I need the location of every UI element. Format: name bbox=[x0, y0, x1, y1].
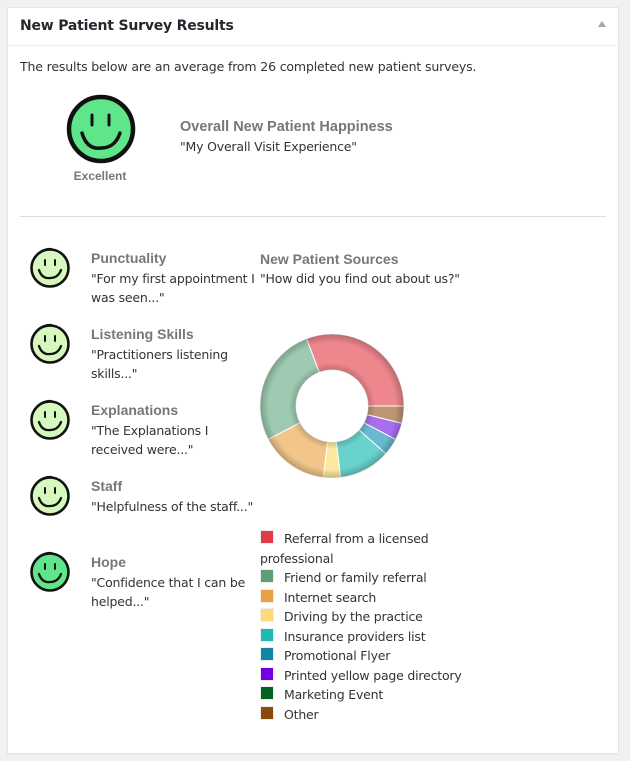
donut-hole bbox=[296, 370, 368, 442]
legend-label: Printed yellow page directory bbox=[284, 667, 462, 683]
legend-swatch bbox=[260, 627, 274, 642]
legend-item: Insurance providers list bbox=[260, 627, 470, 647]
legend-label: Driving by the practice bbox=[284, 609, 423, 624]
legend-swatch bbox=[260, 666, 274, 681]
question-title: Listening Skills bbox=[91, 326, 194, 342]
smiley-face-icon bbox=[30, 399, 70, 440]
sources-subtitle: "How did you find out about us?" bbox=[260, 271, 460, 286]
smiley-face-icon bbox=[66, 94, 136, 164]
chart-legend: Referral from a licensed professional Fri… bbox=[260, 529, 470, 724]
section-divider bbox=[20, 216, 606, 217]
question-title: Explanations bbox=[91, 402, 179, 418]
legend-item: Driving by the practice bbox=[260, 607, 470, 627]
legend-swatch bbox=[260, 705, 274, 720]
legend-label: Marketing Event bbox=[284, 687, 384, 702]
overall-subtitle: "My Overall Visit Experience" bbox=[180, 139, 357, 154]
question-subtitle: "Practitioners listening skills..." bbox=[91, 347, 228, 381]
legend-swatch bbox=[260, 530, 274, 544]
sources-donut-chart bbox=[259, 333, 405, 479]
legend-label: Internet search bbox=[284, 589, 377, 605]
overall-title: Overall New Patient Happiness bbox=[180, 119, 393, 135]
legend-label: Friend or family referral bbox=[284, 570, 427, 585]
question-subtitle: "Confidence that I can be helped..." bbox=[91, 575, 246, 609]
legend-item: Internet search bbox=[260, 588, 470, 608]
question-subtitle: "Helpfulness of the staff..." bbox=[91, 499, 253, 514]
panel-header: New Patient Survey Results bbox=[8, 8, 618, 46]
legend-item: Referral from a licensed professional bbox=[260, 529, 470, 568]
legend-label: Promotional Flyer bbox=[284, 648, 391, 663]
legend-item: Other bbox=[260, 705, 470, 725]
legend-item: Printed yellow page directory bbox=[260, 666, 470, 686]
question-title: Staff bbox=[91, 478, 123, 494]
question-title: Punctuality bbox=[91, 250, 167, 266]
overall-rating-label: Excellent bbox=[73, 169, 127, 183]
legend-swatch bbox=[260, 569, 274, 583]
question-subtitle: "The Explanations I received were..." bbox=[91, 423, 209, 457]
legend-label: Other bbox=[284, 706, 319, 722]
intro-text: The results below are an average from 26… bbox=[20, 59, 477, 74]
legend-swatch bbox=[260, 647, 274, 661]
legend-item: Marketing Event bbox=[260, 685, 470, 705]
collapse-toggle-icon[interactable] bbox=[598, 21, 606, 27]
legend-item: Friend or family referral bbox=[260, 568, 470, 588]
legend-swatch bbox=[260, 588, 274, 603]
smiley-face-icon bbox=[30, 323, 70, 364]
smiley-face-icon bbox=[30, 247, 70, 288]
question-subtitle: "For my first appointment I was seen..." bbox=[91, 271, 255, 305]
legend-swatch bbox=[260, 608, 274, 622]
survey-results-panel: New Patient Survey Results The results b… bbox=[7, 7, 619, 754]
legend-item: Promotional Flyer bbox=[260, 646, 470, 666]
sources-title: New Patient Sources bbox=[260, 251, 399, 267]
question-title: Hope bbox=[91, 554, 126, 570]
smiley-face-icon bbox=[30, 475, 70, 516]
panel-title: New Patient Survey Results bbox=[20, 18, 234, 34]
smiley-face-icon bbox=[30, 551, 70, 592]
legend-label: Insurance providers list bbox=[284, 628, 426, 644]
legend-swatch bbox=[260, 686, 274, 700]
legend-label: Referral from a licensed professional bbox=[260, 531, 429, 566]
